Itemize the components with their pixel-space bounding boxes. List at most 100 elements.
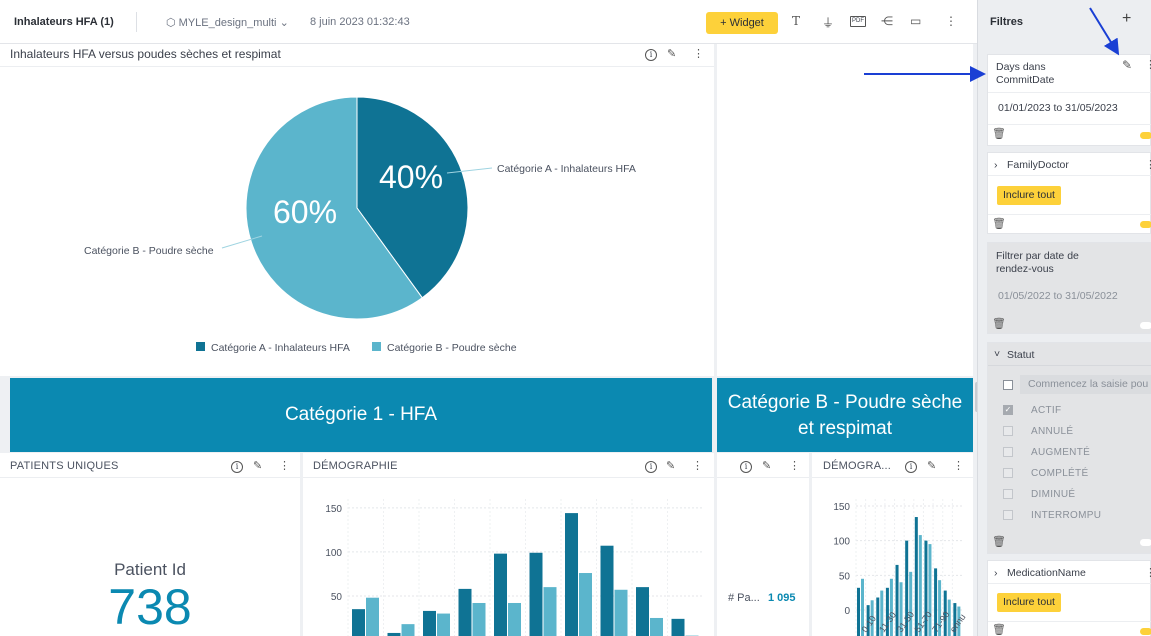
more-options-icon[interactable]: ⋮	[1145, 158, 1151, 171]
more-options-icon[interactable]: ⋮	[279, 459, 290, 472]
y-tick-label: 100	[325, 548, 342, 559]
pdf-export-icon[interactable]: PDF	[850, 16, 866, 27]
bar[interactable]	[565, 513, 578, 636]
presentation-icon[interactable]: ▭	[910, 14, 921, 28]
statut-option[interactable]: INTERROMPU	[1031, 510, 1101, 521]
filter-card-familydoctor[interactable]: › FamilyDoctor ⋮ Inclure tout 🗑	[987, 152, 1151, 234]
share-icon[interactable]: ⋲	[881, 14, 893, 28]
demographie-widget: DÉMOGRAPHIE i ✎ ⋮ 50 100 150	[303, 453, 714, 636]
x-tick-label: 11-30	[877, 610, 898, 634]
bar[interactable]	[889, 578, 893, 636]
filter-statut-label: Statut	[1007, 349, 1035, 361]
edit-icon[interactable]: ✎	[1122, 58, 1132, 72]
more-options-icon[interactable]: ⋮	[1145, 566, 1151, 579]
chevron-right-icon[interactable]: ›	[994, 159, 998, 171]
statut-option[interactable]: ANNULÉ	[1031, 426, 1073, 437]
patients-widget: PATIENTS UNIQUES i ✎ ⋮ Patient Id 738	[0, 453, 300, 636]
text-icon[interactable]: T	[792, 14, 800, 28]
divider	[988, 621, 1151, 622]
bar[interactable]	[494, 553, 507, 636]
filter-toggle[interactable]	[1140, 221, 1151, 228]
more-options-icon[interactable]: ⋮	[789, 459, 800, 472]
include-all-button[interactable]: Inclure tout	[997, 186, 1061, 205]
y-tick-label: 100	[833, 537, 850, 548]
datasource-label: MYLE_design_multi	[178, 17, 277, 29]
divider	[988, 365, 1151, 366]
chevron-down-icon: ⌄	[279, 17, 289, 29]
filter-card-medication[interactable]: › MedicationName ⋮ Inclure tout 🗑	[987, 560, 1151, 636]
dashboard-title: Inhalateurs HFA (1)	[14, 16, 114, 28]
bar[interactable]	[401, 624, 415, 636]
more-options-icon[interactable]: ⋮	[945, 14, 957, 28]
select-all-checkbox[interactable]	[1003, 380, 1013, 390]
statut-option[interactable]: AUGMENTÉ	[1031, 447, 1090, 458]
bar[interactable]	[614, 589, 628, 636]
bar[interactable]	[472, 602, 486, 636]
bar[interactable]	[366, 597, 379, 636]
filter-rdv-label-2: rendez-vous	[996, 263, 1054, 275]
small-kpi-widget: i ✎ ⋮ # Pa... 1 095	[717, 453, 809, 636]
filter-toggle[interactable]	[1140, 132, 1151, 139]
info-icon[interactable]: i	[231, 461, 243, 473]
bar[interactable]	[650, 617, 663, 636]
trash-icon[interactable]: 🗑	[992, 623, 1006, 636]
bar[interactable]	[543, 587, 557, 636]
filter-toggle[interactable]	[1140, 628, 1151, 635]
edit-icon[interactable]: ✎	[762, 459, 771, 472]
checkbox[interactable]	[1003, 510, 1013, 520]
add-filter-icon[interactable]: +	[1122, 10, 1131, 28]
trash-icon[interactable]: 🗑	[992, 535, 1006, 548]
bar[interactable]	[458, 588, 472, 636]
trash-icon[interactable]: 🗑	[992, 217, 1006, 230]
add-widget-button[interactable]: + Widget	[706, 12, 778, 34]
statut-search-input[interactable]: Commencez la saisie pou	[1020, 375, 1151, 394]
top-toolbar: Inhalateurs HFA (1) ⬡ MYLE_design_multi …	[0, 0, 977, 44]
pie-label-a: Catégorie A - Inhalateurs HFA	[497, 163, 636, 175]
bar[interactable]	[423, 610, 436, 636]
bar[interactable]	[437, 613, 450, 636]
statut-option[interactable]: COMPLÉTÉ	[1031, 468, 1088, 479]
demographie-2-widget: DÉMOGRA... i ✎ ⋮ 0 50 100 150 0-10 11-30 31-50…	[812, 453, 973, 636]
trash-icon[interactable]: 🗑	[992, 317, 1006, 330]
statut-option[interactable]: DIMINUÉ	[1031, 489, 1075, 500]
chevron-right-icon[interactable]: ›	[994, 567, 998, 579]
info-icon[interactable]: i	[740, 461, 752, 473]
bar[interactable]	[671, 618, 685, 636]
divider	[988, 92, 1151, 93]
banner-categorie-b: Catégorie B - Poudre sèche et respimat	[717, 378, 973, 452]
more-options-icon[interactable]: ⋮	[1145, 58, 1151, 71]
checkbox[interactable]	[1003, 447, 1013, 457]
pie-label-b: Catégorie B - Poudre sèche	[84, 245, 214, 257]
include-all-button[interactable]: Inclure tout	[997, 593, 1061, 612]
legend-label-b: Catégorie B - Poudre sèche	[387, 342, 517, 354]
y-tick-label: 0	[844, 606, 850, 617]
bar[interactable]	[914, 517, 918, 636]
y-tick-label: 50	[839, 571, 851, 582]
trash-icon[interactable]: 🗑	[992, 127, 1006, 140]
datasource-selector[interactable]: ⬡ MYLE_design_multi ⌄	[166, 16, 289, 29]
bar[interactable]	[352, 609, 365, 636]
filter-card-rdv[interactable]: Filtrer par date de rendez-vous 01/05/20…	[987, 242, 1151, 334]
chevron-down-icon[interactable]: ˅	[994, 348, 1000, 360]
more-options-icon[interactable]: ⋮	[1146, 14, 1151, 28]
patients-widget-title: PATIENTS UNIQUES	[10, 460, 119, 472]
checkbox[interactable]	[1003, 489, 1013, 499]
bar[interactable]	[600, 545, 614, 636]
statut-option[interactable]: ACTIF	[1031, 405, 1061, 416]
divider	[988, 214, 1151, 215]
divider	[717, 477, 809, 478]
checked-checkbox[interactable]: ✓	[1003, 405, 1013, 415]
filter-card-days[interactable]: Days dans CommitDate ✎ ⋮ 01/01/2023 to 3…	[987, 54, 1151, 146]
filter-toggle[interactable]	[1140, 322, 1151, 329]
banner-categorie-1: Catégorie 1 - HFA	[10, 378, 712, 452]
bar[interactable]	[529, 552, 543, 636]
bar[interactable]	[636, 587, 649, 636]
filter-widget-icon[interactable]: ⏚	[822, 14, 834, 31]
checkbox[interactable]	[1003, 468, 1013, 478]
checkbox[interactable]	[1003, 426, 1013, 436]
bar[interactable]	[909, 571, 913, 636]
bar[interactable]	[579, 573, 592, 636]
bar[interactable]	[508, 602, 521, 636]
edit-icon[interactable]: ✎	[253, 459, 262, 472]
filter-toggle[interactable]	[1140, 539, 1151, 546]
